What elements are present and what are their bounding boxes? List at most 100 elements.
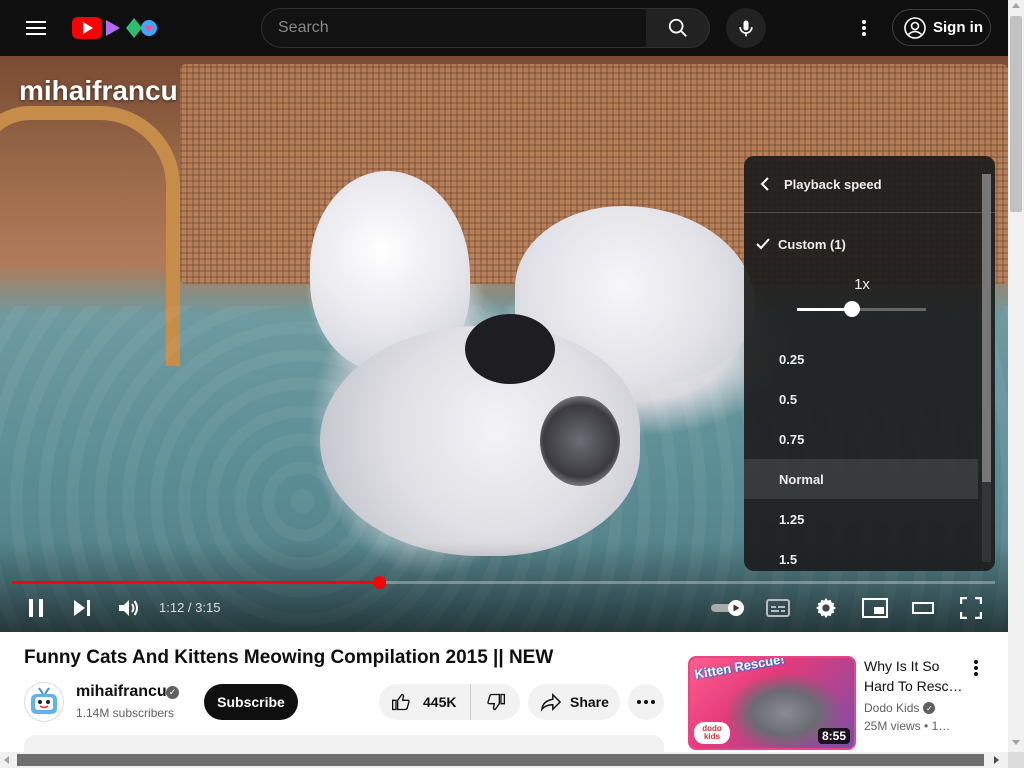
theater-mode-button[interactable]: [906, 592, 940, 624]
sign-in-button[interactable]: Sign in: [892, 9, 991, 46]
like-count: 445K: [423, 694, 457, 710]
vertical-scrollbar[interactable]: [1008, 0, 1024, 752]
menu-icon: [26, 21, 46, 23]
subscribe-button[interactable]: Subscribe: [204, 684, 298, 720]
progress-played: [12, 581, 379, 584]
tv-mascot-icon: [31, 687, 57, 714]
recommendation-meta-suffix: • 1…: [924, 719, 951, 733]
search-box: [261, 8, 647, 48]
speed-menu-title: Playback speed: [784, 176, 882, 192]
scroll-right-arrow-icon[interactable]: [994, 756, 999, 764]
speed-slider-knob[interactable]: [844, 301, 861, 317]
speed-option[interactable]: 0.5: [744, 379, 978, 419]
kitten-black-patch: [465, 314, 555, 384]
mic-icon: [739, 20, 753, 37]
fullscreen-button[interactable]: [954, 592, 988, 624]
scroll-up-arrow-icon[interactable]: [1012, 3, 1020, 8]
recommendation-views: 25M views: [864, 719, 921, 733]
speed-slider-value: 1x: [854, 276, 870, 293]
progress-scrubber[interactable]: [372, 576, 386, 589]
video-player[interactable]: mihaifrancu Playback speed Custom (1) 1x…: [0, 56, 1008, 632]
speed-menu-scrollbar-thumb[interactable]: [982, 174, 991, 482]
settings-button[interactable]: [810, 592, 842, 624]
scroll-left-arrow-icon[interactable]: [4, 756, 9, 764]
recommendation-title[interactable]: Why Is It So Hard To Resc…: [864, 656, 964, 696]
mute-button[interactable]: [113, 592, 145, 624]
verified-badge-icon: ✓: [923, 702, 936, 714]
scrollbar-corner: [1008, 752, 1024, 768]
speed-menu-scrollbar[interactable]: [982, 174, 991, 562]
settings-more-button[interactable]: [848, 12, 880, 44]
horizontal-scrollbar[interactable]: [0, 752, 1008, 768]
volume-icon: [119, 600, 138, 616]
speed-option[interactable]: 0.25: [744, 339, 978, 379]
subtitles-button[interactable]: [762, 592, 794, 624]
menu-icon-line: [26, 33, 46, 35]
voice-search-button[interactable]: [726, 8, 766, 48]
thumbnail-channel-logo: dodo kids: [694, 722, 730, 744]
like-button[interactable]: 445K: [379, 684, 471, 720]
time-display: 1:12 / 3:15: [159, 600, 221, 615]
kitten-face: [540, 396, 620, 486]
speed-option[interactable]: 1.25: [744, 499, 978, 539]
search-button[interactable]: [646, 8, 710, 48]
pause-icon: [29, 599, 43, 617]
video-watermark: mihaifrancu: [19, 75, 178, 106]
pause-button[interactable]: [20, 592, 52, 624]
thumb-up-icon: [392, 693, 410, 711]
subtitles-icon: [766, 599, 790, 617]
account-circle-icon: [904, 16, 926, 39]
recommendation-more-button[interactable]: [966, 656, 986, 680]
scroll-down-arrow-icon[interactable]: [1012, 740, 1020, 745]
recommendation-channel-name: Dodo Kids: [864, 701, 920, 715]
more-actions-button[interactable]: [628, 684, 664, 720]
custom-speed-label: Custom (1): [778, 236, 846, 252]
thumb-down-icon: [486, 693, 505, 711]
fullscreen-icon: [960, 597, 982, 619]
more-horiz-icon: [637, 700, 655, 704]
recommendation-meta: 25M views • 1…: [864, 719, 950, 733]
autoplay-icon: [711, 600, 744, 616]
gear-icon: [815, 597, 837, 619]
miniplayer-button[interactable]: [858, 592, 892, 624]
channel-avatar[interactable]: [24, 682, 64, 722]
skip-next-icon: [74, 600, 90, 616]
autoplay-toggle[interactable]: [709, 592, 747, 624]
menu-icon-line: [26, 27, 46, 29]
top-bar: Sign in: [0, 0, 1008, 56]
share-button[interactable]: Share: [528, 684, 620, 720]
progress-bar[interactable]: [12, 576, 995, 589]
vertical-scrollbar-thumb[interactable]: [1010, 16, 1022, 212]
like-dislike-group: 445K: [379, 684, 520, 720]
channel-name[interactable]: mihaifrancu: [76, 683, 167, 701]
more-vert-icon: [974, 660, 978, 676]
custom-speed-option[interactable]: Custom (1): [744, 230, 980, 258]
recommendation-channel[interactable]: Dodo Kids ✓: [864, 701, 936, 715]
youtube-kids-logo[interactable]: [72, 16, 162, 40]
recommendation-thumbnail[interactable]: Kitten Rescue! dodo kids 8:55: [688, 656, 856, 750]
speed-menu-header[interactable]: Playback speed: [744, 156, 995, 213]
dislike-button[interactable]: [471, 684, 520, 720]
verified-badge-icon: ✓: [166, 686, 179, 699]
theater-mode-icon: [912, 602, 934, 614]
search-input[interactable]: [262, 9, 646, 47]
share-label: Share: [570, 694, 609, 710]
playback-speed-menu: Playback speed Custom (1) 1x 0.25 0.5 0.75…: [744, 156, 995, 571]
subscriber-count: 1.14M subscribers: [76, 706, 175, 720]
check-icon: [756, 238, 770, 250]
speed-option[interactable]: Normal: [744, 459, 978, 499]
speed-option[interactable]: 0.75: [744, 419, 978, 459]
chevron-left-icon[interactable]: [760, 177, 770, 191]
video-title: Funny Cats And Kittens Meowing Compilati…: [24, 647, 554, 668]
speed-option[interactable]: 1.5: [744, 539, 978, 571]
video-duration: 8:55: [817, 728, 850, 744]
sign-in-label: Sign in: [933, 19, 983, 36]
menu-button[interactable]: [18, 12, 54, 44]
horizontal-scrollbar-thumb[interactable]: [17, 754, 984, 766]
search-icon: [668, 18, 687, 37]
next-button[interactable]: [66, 592, 98, 624]
speed-slider[interactable]: [797, 301, 926, 317]
miniplayer-icon: [862, 598, 888, 618]
more-vert-icon: [862, 20, 866, 36]
share-icon: [540, 692, 562, 712]
